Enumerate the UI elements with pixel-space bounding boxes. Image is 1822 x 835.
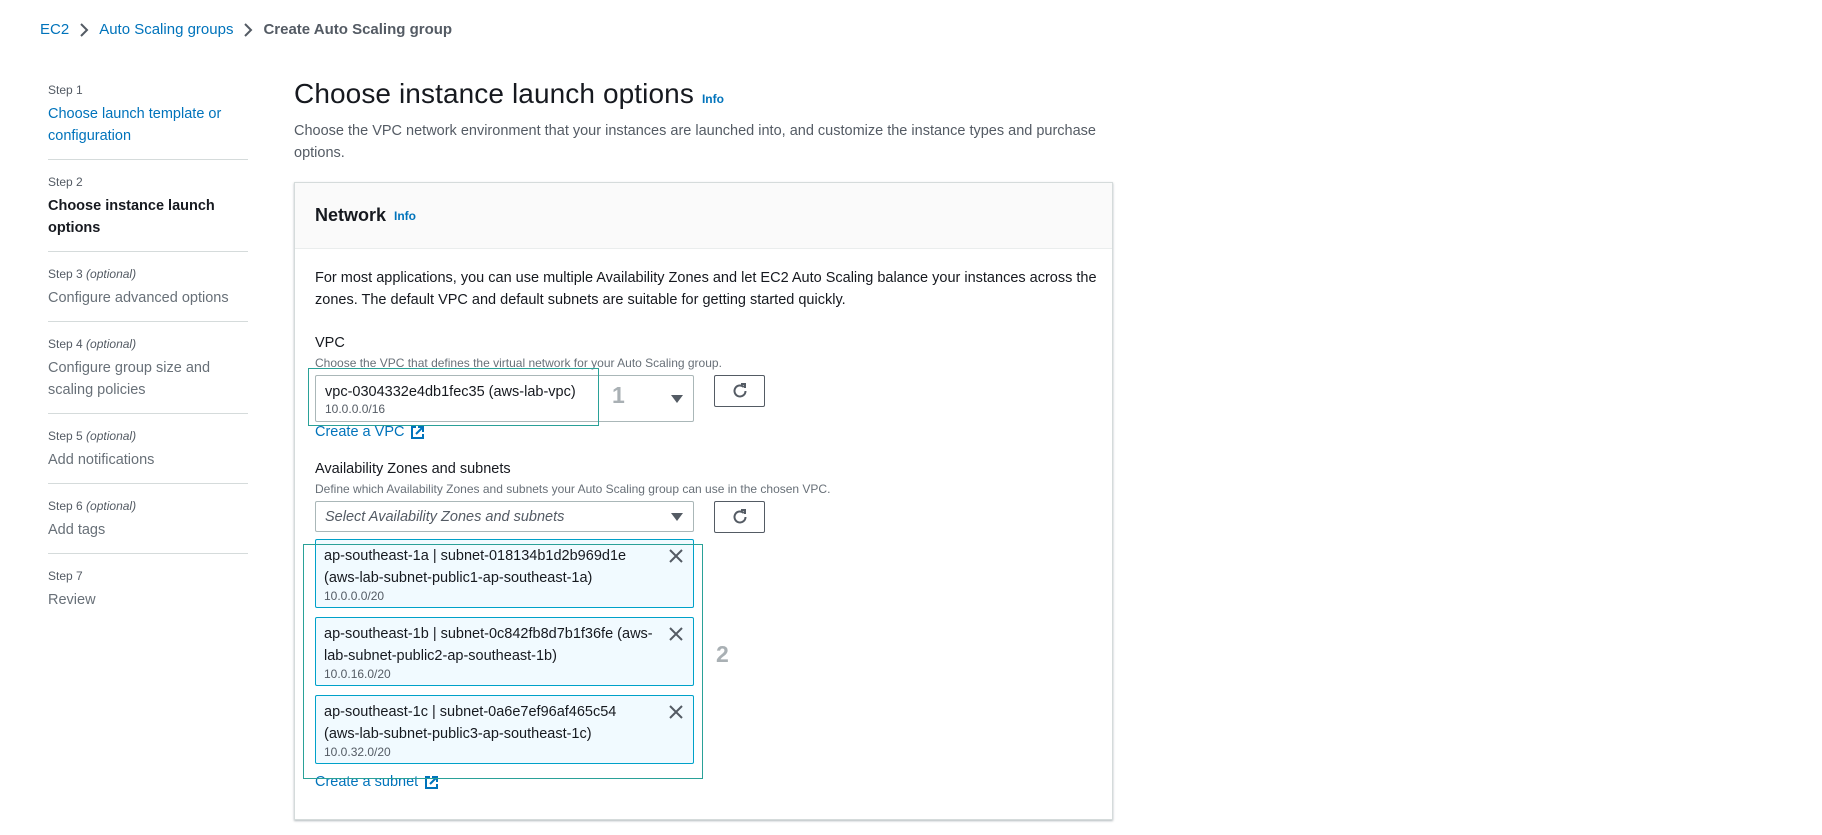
page-description: Choose the VPC network environment that … [294, 123, 1096, 161]
az-select-row: Select Availability Zones and subnets [315, 501, 1092, 533]
az-help: Define which Availability Zones and subn… [315, 482, 831, 496]
annotation-box-subnets [303, 544, 703, 779]
wizard-steps: Step 1 Choose launch template or configu… [48, 82, 248, 637]
step-title-tags: Add tags [48, 522, 106, 538]
step-number: Step 6 (optional) [48, 499, 137, 513]
step-number: Step 2 [48, 175, 83, 189]
annotation-number-2: 2 [716, 641, 729, 667]
main-content: Choose instance launch options Info Choo… [294, 78, 1114, 164]
network-description: For most applications, you can use multi… [315, 270, 1097, 308]
annotation-number-1: 1 [612, 382, 625, 408]
step-title-configure-advanced: Configure advanced options [48, 290, 229, 306]
wizard-step-6: Step 6 (optional) Add tags [48, 498, 248, 554]
chevron-right-icon [69, 22, 99, 38]
step-number: Step 7 [48, 569, 83, 583]
step-number: Step 3 (optional) [48, 267, 137, 281]
az-placeholder: Select Availability Zones and subnets [325, 509, 565, 525]
wizard-step-4: Step 4 (optional) Configure group size a… [48, 336, 248, 414]
vpc-label: VPC [315, 335, 345, 351]
vpc-refresh-button[interactable] [714, 375, 765, 407]
external-link-icon [411, 425, 425, 439]
wizard-step-1: Step 1 Choose launch template or configu… [48, 82, 248, 160]
caret-down-icon [671, 512, 683, 521]
breadcrumb-ec2[interactable]: EC2 [40, 21, 69, 38]
page-header: Choose instance launch options Info [294, 78, 1114, 110]
create-vpc-label: Create a VPC [315, 424, 405, 440]
breadcrumb: EC2 Auto Scaling groups Create Auto Scal… [40, 21, 452, 38]
annotation-box-vpc [308, 368, 599, 426]
az-select[interactable]: Select Availability Zones and subnets [315, 501, 694, 532]
page-info-link[interactable]: Info [702, 92, 724, 106]
network-title: Network [315, 205, 387, 225]
breadcrumb-current: Create Auto Scaling group [263, 21, 453, 38]
az-refresh-button[interactable] [714, 501, 765, 533]
az-label: Availability Zones and subnets [315, 461, 511, 477]
network-info-link[interactable]: Info [394, 209, 416, 223]
step-title-notifications: Add notifications [48, 452, 155, 468]
network-panel-header: Network Info [295, 183, 1112, 249]
step-title-current: Choose instance launch options [48, 198, 215, 236]
breadcrumb-auto-scaling-groups[interactable]: Auto Scaling groups [99, 21, 233, 38]
wizard-step-7: Step 7 Review [48, 568, 248, 623]
wizard-step-3: Step 3 (optional) Configure advanced opt… [48, 266, 248, 322]
page-title: Choose instance launch options [294, 78, 694, 109]
step-number: Step 5 (optional) [48, 429, 137, 443]
step-title-group-size: Configure group size and scaling policie… [48, 360, 211, 398]
step-link-choose-launch-template[interactable]: Choose launch template or configuration [48, 106, 221, 144]
wizard-step-5: Step 5 (optional) Add notifications [48, 428, 248, 484]
create-vpc-link[interactable]: Create a VPC [315, 424, 425, 440]
refresh-icon [733, 509, 746, 524]
step-number: Step 4 (optional) [48, 337, 137, 351]
step-number: Step 1 [48, 83, 83, 97]
step-title-review: Review [48, 592, 96, 608]
caret-down-icon [671, 394, 683, 403]
refresh-icon [733, 383, 746, 398]
wizard-step-2: Step 2 Choose instance launch options [48, 174, 248, 252]
chevron-right-icon [233, 22, 263, 38]
